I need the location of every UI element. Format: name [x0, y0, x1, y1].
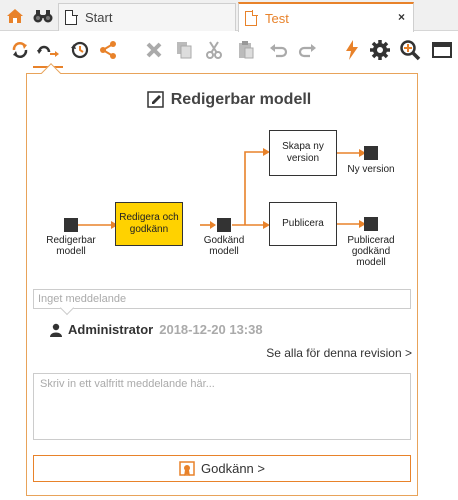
message-date: 2018-12-20 13:38 — [159, 322, 263, 337]
box-publish[interactable]: Publicera — [269, 202, 337, 246]
state-published-label: Publicerad godkänd modell — [347, 235, 395, 268]
tab-start[interactable]: Start — [58, 3, 236, 31]
state-editable-marker[interactable] — [64, 218, 78, 232]
box-create-version[interactable]: Skapa ny version — [269, 130, 337, 176]
history-button[interactable] — [68, 38, 92, 62]
workflow-diagram: Redigerbar modell Redigera och godkänn G… — [27, 118, 417, 283]
panel-header: Redigerbar modell — [0, 91, 458, 114]
approve-button[interactable]: Godkänn > — [33, 455, 411, 482]
share-icon — [100, 41, 116, 59]
tab-test[interactable]: Test × — [238, 2, 414, 32]
author-name: Administrator — [68, 322, 154, 337]
approve-flow-button[interactable] — [36, 38, 60, 62]
paste-icon — [239, 41, 254, 59]
refresh-button[interactable] — [8, 38, 32, 62]
redo-icon — [298, 44, 316, 58]
search-models-button[interactable] — [30, 2, 56, 30]
last-message-display: Inget meddelande — [33, 289, 411, 309]
message-author: Administrator 2018-12-20 13:38 — [50, 322, 263, 337]
share-button[interactable] — [96, 38, 120, 62]
zoom-icon — [400, 40, 421, 61]
approve-button-label: Godkänn > — [201, 461, 265, 476]
box-edit-approve[interactable]: Redigera och godkänn — [115, 202, 183, 246]
window-icon — [432, 42, 452, 58]
settings-button[interactable] — [368, 38, 392, 62]
redo-button[interactable] — [296, 38, 320, 62]
paste-button[interactable] — [234, 38, 258, 62]
state-published-marker[interactable] — [364, 217, 378, 231]
window-layout-button[interactable] — [430, 38, 454, 62]
refresh-icon — [12, 42, 28, 58]
comment-input[interactable] — [33, 373, 411, 440]
tab-bar: Start Test × — [0, 0, 458, 32]
close-tab-icon[interactable]: × — [398, 10, 405, 24]
approve-flow-icon — [37, 45, 59, 57]
panel-title-wrap: Redigerbar modell — [147, 91, 311, 109]
quick-action-button[interactable] — [340, 38, 364, 62]
delete-icon — [146, 42, 162, 58]
tab-test-label: Test — [265, 10, 289, 26]
home-button[interactable] — [2, 2, 28, 30]
edit-model-icon — [147, 91, 164, 108]
document-icon — [65, 9, 78, 25]
tab-start-label: Start — [85, 10, 113, 25]
home-icon — [7, 9, 23, 23]
state-approved-label: Godkänd modell — [203, 235, 245, 257]
state-new-version-label: Ny version — [347, 164, 395, 175]
history-icon — [71, 41, 89, 59]
zoom-button[interactable] — [398, 38, 422, 62]
gear-icon — [370, 40, 390, 60]
delete-button[interactable] — [142, 38, 166, 62]
user-icon — [50, 323, 62, 337]
see-all-revisions-link[interactable]: Se alla för denna revision > — [266, 346, 412, 360]
state-editable-label: Redigerbar modell — [46, 235, 96, 257]
cut-button[interactable] — [202, 38, 226, 62]
undo-button[interactable] — [266, 38, 290, 62]
state-approved-marker[interactable] — [217, 218, 231, 232]
undo-icon — [270, 44, 288, 58]
copy-icon — [177, 42, 192, 59]
document-icon — [245, 10, 258, 26]
copy-button[interactable] — [172, 38, 196, 62]
state-new-version-marker[interactable] — [364, 146, 378, 160]
binoculars-icon — [33, 10, 53, 23]
flash-icon — [346, 40, 358, 60]
scissors-icon — [206, 41, 222, 59]
panel-title: Redigerbar modell — [170, 91, 312, 108]
certificate-icon — [179, 460, 195, 476]
toolbar — [0, 32, 458, 70]
